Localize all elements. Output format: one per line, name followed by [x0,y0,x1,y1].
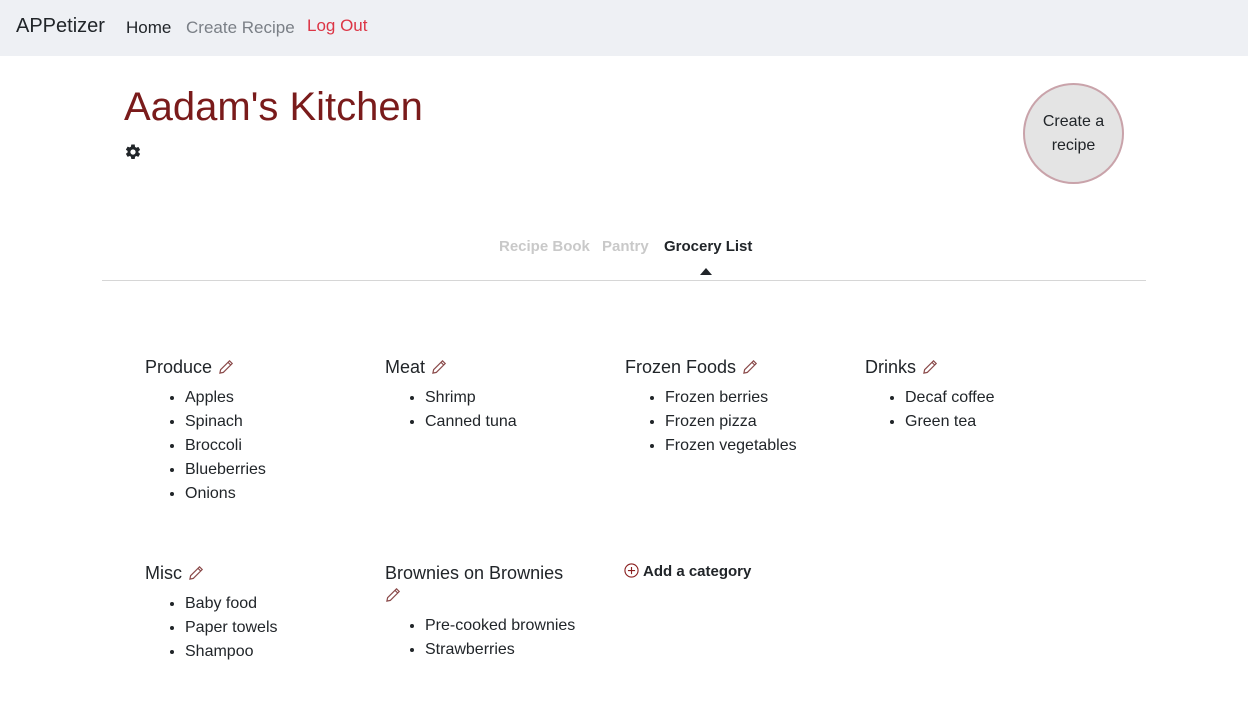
list-item: Blueberries [185,458,375,482]
list-item: Strawberries [425,638,585,662]
brand-logo[interactable]: APPetizer [16,15,105,38]
nav-create-recipe-link[interactable]: Create Recipe [186,18,295,38]
plus-circle-icon [624,563,639,578]
category-frozen-foods: Frozen Foods Frozen berries Frozen pizza… [625,356,855,458]
pencil-icon[interactable] [431,358,447,374]
navbar: APPetizer Home Create Recipe Log Out [0,0,1248,56]
page-title: Aadam's Kitchen [124,85,423,129]
list-item: Pre-cooked brownies [425,614,585,638]
grocery-list: Decaf coffee Green tea [865,386,1095,434]
tabs-divider [102,280,1146,281]
grocery-list: Frozen berries Frozen pizza Frozen veget… [625,386,855,458]
list-item: Paper towels [185,616,375,640]
category-meat: Meat Shrimp Canned tuna [385,356,615,434]
pencil-icon[interactable] [922,358,938,374]
tab-grocery-list[interactable]: Grocery List [664,238,752,255]
list-item: Frozen pizza [665,410,855,434]
grocery-list: Apples Spinach Broccoli Blueberries Onio… [145,386,375,506]
category-title: Drinks [865,357,917,377]
list-item: Onions [185,482,375,506]
active-tab-caret-icon [700,268,712,275]
grocery-list: Pre-cooked brownies Strawberries [385,614,585,662]
list-item: Broccoli [185,434,375,458]
grocery-list: Shrimp Canned tuna [385,386,615,434]
list-item: Spinach [185,410,375,434]
list-item: Decaf coffee [905,386,1095,410]
list-item: Shrimp [425,386,615,410]
category-drinks: Drinks Decaf coffee Green tea [865,356,1095,434]
list-item: Apples [185,386,375,410]
nav-logout-link[interactable]: Log Out [307,16,368,36]
tab-pantry[interactable]: Pantry [602,238,649,255]
category-misc: Misc Baby food Paper towels Shampoo [145,562,375,664]
category-title: Frozen Foods [625,357,737,377]
category-title: Produce [145,357,213,377]
pencil-icon[interactable] [218,358,234,374]
list-item: Baby food [185,592,375,616]
kitchen-tabs: Recipe Book Pantry Grocery List [0,238,1248,258]
list-item: Shampoo [185,640,375,664]
add-category-button[interactable]: Add a category [624,563,751,580]
list-item: Canned tuna [425,410,615,434]
category-title: Misc [145,563,182,583]
list-item: Frozen berries [665,386,855,410]
create-recipe-button[interactable]: Create a recipe [1023,83,1124,184]
pencil-icon[interactable] [742,358,758,374]
create-recipe-label: Create a recipe [1042,112,1105,154]
category-title: Meat [385,357,426,377]
category-produce: Produce Apples Spinach Broccoli Blueberr… [145,356,375,506]
gear-icon[interactable] [124,143,142,161]
category-title: Brownies on Brownies [385,563,564,583]
tab-recipe-book[interactable]: Recipe Book [499,238,590,255]
add-category-label: Add a category [643,563,752,580]
list-item: Green tea [905,410,1095,434]
pencil-icon[interactable] [188,564,204,580]
grocery-list: Baby food Paper towels Shampoo [145,592,375,664]
list-item: Frozen vegetables [665,434,855,458]
nav-home-link[interactable]: Home [126,18,171,38]
category-brownies-on-brownies: Brownies on Brownies Pre-cooked brownies… [385,562,585,662]
pencil-icon[interactable] [385,586,401,602]
